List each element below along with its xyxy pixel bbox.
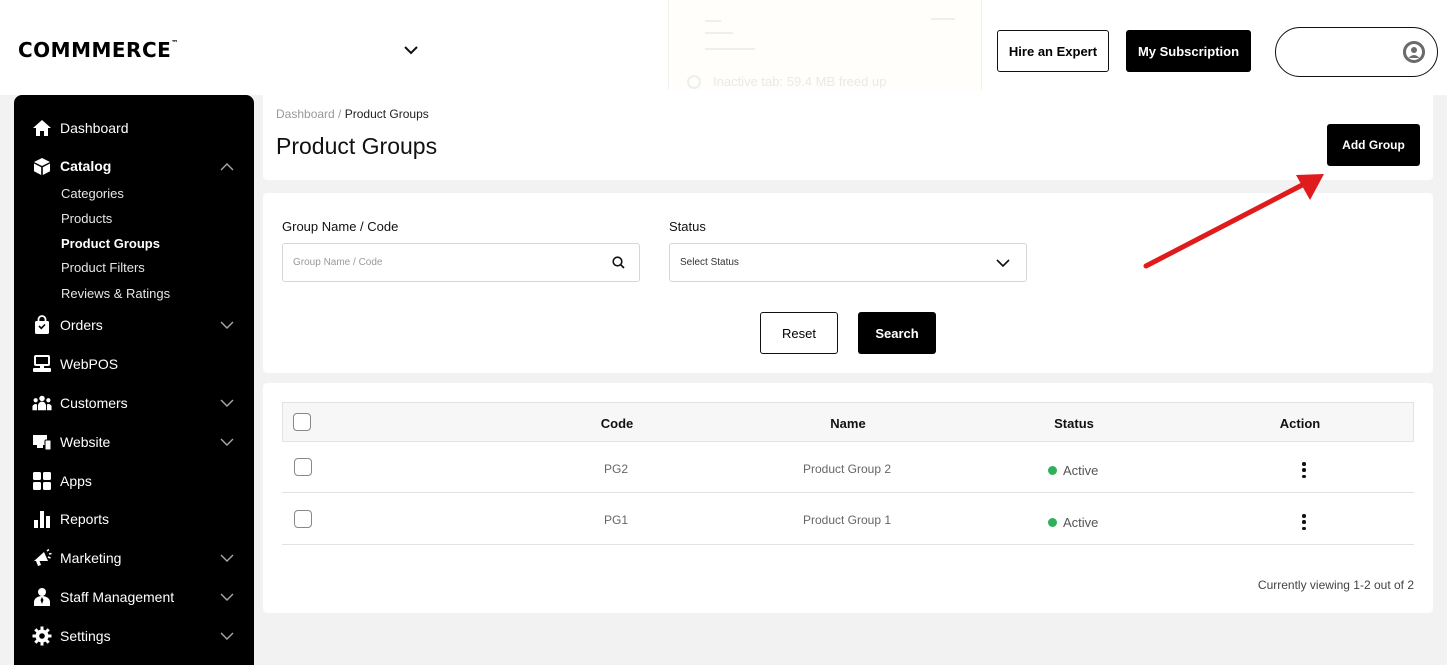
user-menu[interactable] bbox=[1275, 27, 1438, 77]
breadcrumb-current: Product Groups bbox=[344, 107, 429, 121]
avatar-icon bbox=[1403, 41, 1425, 63]
pagination-summary: Currently viewing 1-2 out of 2 bbox=[1257, 578, 1414, 592]
sidebar-item-label: Dashboard bbox=[60, 120, 129, 136]
chevron-down-icon bbox=[220, 632, 234, 640]
group-name-placeholder: Group Name / Code bbox=[293, 257, 383, 268]
row-checkbox[interactable] bbox=[294, 458, 312, 476]
breadcrumb-dashboard-link[interactable]: Dashboard bbox=[276, 107, 335, 121]
breadcrumb-separator: / bbox=[334, 107, 345, 121]
chevron-down-icon bbox=[220, 399, 234, 407]
sidebar-item-label: Reports bbox=[60, 511, 110, 527]
home-icon bbox=[32, 118, 52, 138]
background-tab-text: Inactive tab: 59.4 MB freed up bbox=[713, 74, 887, 89]
column-header-status: Status bbox=[1054, 416, 1094, 431]
memory-icon bbox=[687, 75, 701, 89]
chevron-down-icon bbox=[996, 259, 1010, 268]
more-vertical-icon[interactable] bbox=[1302, 514, 1306, 530]
sidebar-item-apps[interactable]: Apps bbox=[14, 468, 254, 494]
sidebar-item-reports[interactable]: Reports bbox=[14, 506, 254, 532]
row-checkbox[interactable] bbox=[294, 510, 312, 528]
row-divider bbox=[282, 492, 1414, 493]
sidebar-item-label: Catalog bbox=[60, 158, 112, 174]
sidebar-item-marketing[interactable]: Marketing bbox=[14, 545, 254, 571]
status-dot bbox=[1048, 466, 1057, 475]
hire-expert-button[interactable]: Hire an Expert bbox=[997, 30, 1109, 72]
monitor-icon bbox=[32, 432, 52, 452]
row-code: PG1 bbox=[603, 513, 629, 527]
sidebar-item-settings[interactable]: Settings bbox=[14, 623, 254, 649]
row-status: Active bbox=[1063, 463, 1099, 478]
chevron-down-icon[interactable] bbox=[403, 44, 419, 56]
users-icon bbox=[32, 393, 52, 413]
brand-logo[interactable]: COMMMERCE™ bbox=[18, 38, 179, 62]
sidebar-item-label: Apps bbox=[60, 473, 92, 489]
status-badge: Active bbox=[1048, 463, 1098, 478]
status-select[interactable]: Select Status bbox=[669, 243, 1027, 282]
chevron-down-icon bbox=[220, 554, 234, 562]
sidebar-subitem-product-groups[interactable]: Product Groups bbox=[61, 236, 160, 251]
trademark-mark: ™ bbox=[171, 39, 179, 47]
top-bar: COMMMERCE™ Inactive tab: 59.4 MB freed u… bbox=[0, 0, 1447, 116]
sidebar-item-label: Marketing bbox=[60, 550, 122, 566]
shopping-bag-icon bbox=[32, 315, 52, 335]
sidebar-item-dashboard[interactable]: Dashboard bbox=[14, 115, 254, 141]
sidebar-item-label: Orders bbox=[60, 317, 103, 333]
status-label: Status bbox=[669, 219, 706, 234]
sidebar-subitem-reviews-ratings[interactable]: Reviews & Ratings bbox=[61, 286, 170, 301]
sidebar-subitem-categories[interactable]: Categories bbox=[61, 186, 124, 201]
search-icon[interactable] bbox=[612, 256, 625, 269]
chevron-down-icon bbox=[220, 438, 234, 446]
pos-terminal-icon bbox=[32, 354, 52, 374]
row-name: Product Group 1 bbox=[802, 513, 892, 527]
sidebar-item-label: Customers bbox=[60, 395, 128, 411]
row-code: PG2 bbox=[603, 462, 629, 476]
sidebar-item-website[interactable]: Website bbox=[14, 429, 254, 455]
staff-icon bbox=[32, 587, 52, 607]
sidebar-subitem-product-filters[interactable]: Product Filters bbox=[61, 260, 145, 275]
search-button[interactable]: Search bbox=[858, 312, 936, 354]
status-badge: Active bbox=[1048, 515, 1098, 530]
sidebar-item-customers[interactable]: Customers bbox=[14, 390, 254, 416]
sidebar-item-orders[interactable]: Orders bbox=[14, 312, 254, 338]
sidebar-item-label: Website bbox=[60, 434, 111, 450]
row-status: Active bbox=[1063, 515, 1099, 530]
box-icon bbox=[32, 156, 52, 176]
sidebar-item-webpos[interactable]: WebPOS bbox=[14, 351, 254, 377]
sidebar-item-label: Settings bbox=[60, 628, 111, 644]
sidebar: Dashboard Catalog Categories Products Pr… bbox=[14, 95, 254, 665]
gear-icon bbox=[32, 626, 52, 646]
status-dot bbox=[1048, 518, 1057, 527]
chevron-up-icon bbox=[220, 163, 234, 171]
add-group-button[interactable]: Add Group bbox=[1327, 124, 1420, 166]
column-header-action: Action bbox=[1279, 416, 1321, 431]
chevron-down-icon bbox=[220, 321, 234, 329]
my-subscription-button[interactable]: My Subscription bbox=[1126, 30, 1251, 72]
column-header-code: Code bbox=[600, 416, 634, 431]
sidebar-subitem-products[interactable]: Products bbox=[61, 211, 112, 226]
group-name-label: Group Name / Code bbox=[282, 219, 399, 234]
sidebar-item-catalog[interactable]: Catalog bbox=[14, 153, 254, 179]
page-header-card bbox=[263, 90, 1433, 180]
table-header: Code Name Status Action bbox=[282, 402, 1414, 442]
apps-grid-icon bbox=[32, 471, 52, 491]
sidebar-item-staff-management[interactable]: Staff Management bbox=[14, 584, 254, 610]
row-name: Product Group 2 bbox=[802, 462, 892, 476]
annotation-arrow bbox=[1143, 174, 1324, 269]
select-all-checkbox[interactable] bbox=[293, 413, 311, 431]
column-header-name: Name bbox=[830, 416, 866, 431]
sidebar-item-label: Staff Management bbox=[60, 589, 175, 605]
bar-chart-icon bbox=[32, 509, 52, 529]
page-title: Product Groups bbox=[276, 133, 438, 159]
breadcrumb: Dashboard / Product Groups bbox=[276, 107, 429, 121]
chevron-down-icon bbox=[220, 593, 234, 601]
megaphone-icon bbox=[32, 548, 52, 568]
brand-logo-text: COMMMERCE bbox=[18, 38, 172, 62]
sidebar-item-label: WebPOS bbox=[60, 356, 119, 372]
reset-button[interactable]: Reset bbox=[760, 312, 838, 354]
group-name-search-input[interactable]: Group Name / Code bbox=[282, 243, 640, 282]
row-divider bbox=[282, 544, 1414, 545]
more-vertical-icon[interactable] bbox=[1302, 462, 1306, 478]
status-select-value: Select Status bbox=[680, 257, 739, 268]
